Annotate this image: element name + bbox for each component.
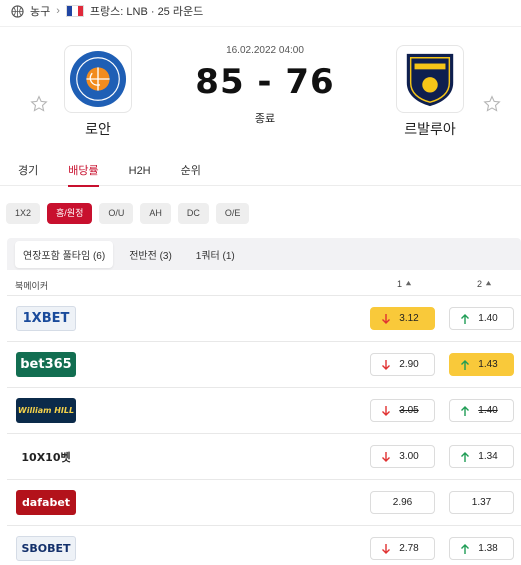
odd-home[interactable]: 2.78 xyxy=(370,537,435,560)
odd-away[interactable]: 1.43 xyxy=(449,353,514,376)
match-date: 16.02.2022 04:00 xyxy=(226,45,304,56)
star-icon[interactable] xyxy=(483,95,501,113)
odds-table: 1XBET 3.12 1.40 bet365 2.90 1.43 William… xyxy=(7,295,521,565)
bookmaker-logo-dafabet[interactable]: dafabet xyxy=(16,490,76,515)
market-odd-even[interactable]: O/E xyxy=(215,203,250,224)
col-2-label: 2 xyxy=(477,279,483,289)
tab-standings[interactable]: 순위 xyxy=(181,156,201,186)
arrow-up-icon xyxy=(457,405,473,417)
bookmaker-header: 북메이커 xyxy=(15,281,49,291)
home-team-name: 로안 xyxy=(85,121,111,137)
bookmaker-logo-1xbet[interactable]: 1XBET xyxy=(16,306,76,331)
bookmaker-logo-williamhill[interactable]: William HILL xyxy=(16,398,76,423)
tab-h2h[interactable]: H2H xyxy=(129,156,151,186)
home-team[interactable]: 로안 xyxy=(38,45,158,139)
breadcrumb-sport[interactable]: 농구 xyxy=(30,3,50,19)
sort-arrow-icon xyxy=(405,279,412,289)
home-team-logo xyxy=(64,45,132,113)
odd-home[interactable]: 3.00 xyxy=(370,445,435,468)
arrow-down-icon xyxy=(378,451,394,463)
bookmaker-logo-bet365[interactable]: bet365 xyxy=(16,352,76,377)
market-asian-handicap[interactable]: AH xyxy=(140,203,171,224)
col-1-header[interactable]: 1 xyxy=(397,279,412,289)
col-2-header[interactable]: 2 xyxy=(477,279,492,289)
period-tabs: 연장포함 풀타임 (6) 전반전 (3) 1쿼터 (1) xyxy=(7,238,521,270)
match-status: 종료 xyxy=(254,113,276,125)
arrow-up-icon xyxy=(457,451,473,463)
arrow-down-icon xyxy=(378,313,394,325)
match-header: 로안 16.02.2022 04:00 85 - 76 종료 르발루아 xyxy=(0,26,521,152)
bookmaker-logo-10x10bet[interactable]: 10X10벳 xyxy=(16,444,76,469)
breadcrumb-league[interactable]: 프랑스: LNB · 25 라운드 xyxy=(90,3,203,19)
arrow-up-icon xyxy=(457,543,473,555)
market-1x2[interactable]: 1X2 xyxy=(6,203,41,224)
bookmaker-logo-sbobet[interactable]: SBOBET xyxy=(16,536,76,561)
market-over-under[interactable]: O/U xyxy=(99,203,134,224)
away-team-logo xyxy=(396,45,464,113)
arrow-down-icon xyxy=(378,359,394,371)
table-row: SBOBET 2.78 1.38 xyxy=(7,525,521,565)
odd-away[interactable]: 1.34 xyxy=(449,445,514,468)
market-home-away[interactable]: 홈/원정 xyxy=(47,203,93,224)
period-full-time[interactable]: 연장포함 풀타임 (6) xyxy=(15,240,114,268)
odd-home[interactable]: 2.96 xyxy=(370,491,435,514)
odd-away[interactable]: 1.37 xyxy=(449,491,514,514)
odd-home[interactable]: 3.12 xyxy=(370,307,435,330)
main-tabs: 경기 배당률 H2H 순위 xyxy=(0,156,521,187)
arrow-down-icon xyxy=(378,543,394,555)
col-1-label: 1 xyxy=(397,279,403,289)
odd-home[interactable]: 2.90 xyxy=(370,353,435,376)
sort-arrow-icon xyxy=(485,279,492,289)
period-first-quarter[interactable]: 1쿼터 (1) xyxy=(188,241,243,268)
away-team-name: 르발루아 xyxy=(404,121,456,137)
table-row: 10X10벳 3.00 1.34 xyxy=(7,433,521,479)
table-row: bet365 2.90 1.43 xyxy=(7,341,521,387)
arrow-down-icon xyxy=(378,405,394,417)
away-team[interactable]: 르발루아 xyxy=(370,45,490,139)
table-row: 1XBET 3.12 1.40 xyxy=(7,295,521,341)
table-row: dafabet 2.96 1.37 xyxy=(7,479,521,525)
odd-home[interactable]: 3.05 xyxy=(370,399,435,422)
chevron-right-icon: › xyxy=(56,5,60,17)
table-row: William HILL 3.05 1.40 xyxy=(7,387,521,433)
market-tabs: 1X2 홈/원정 O/U AH DC O/E xyxy=(6,203,250,224)
odd-away[interactable]: 1.40 xyxy=(449,307,514,330)
match-score: 85 - 76 xyxy=(195,62,335,102)
odd-away[interactable]: 1.38 xyxy=(449,537,514,560)
arrow-up-icon xyxy=(457,313,473,325)
market-double-chance[interactable]: DC xyxy=(177,203,209,224)
arrow-up-icon xyxy=(457,359,473,371)
france-flag-icon xyxy=(65,5,84,17)
tab-odds[interactable]: 배당률 xyxy=(68,156,100,187)
odds-table-header: 북메이커 1 2 xyxy=(7,273,521,295)
tab-match[interactable]: 경기 xyxy=(18,156,38,186)
basketball-icon xyxy=(10,4,24,18)
breadcrumb: 농구 › 프랑스: LNB · 25 라운드 xyxy=(10,0,203,22)
period-first-half[interactable]: 전반전 (3) xyxy=(121,241,180,268)
match-info: 16.02.2022 04:00 85 - 76 종료 xyxy=(170,45,360,126)
odd-away[interactable]: 1.40 xyxy=(449,399,514,422)
